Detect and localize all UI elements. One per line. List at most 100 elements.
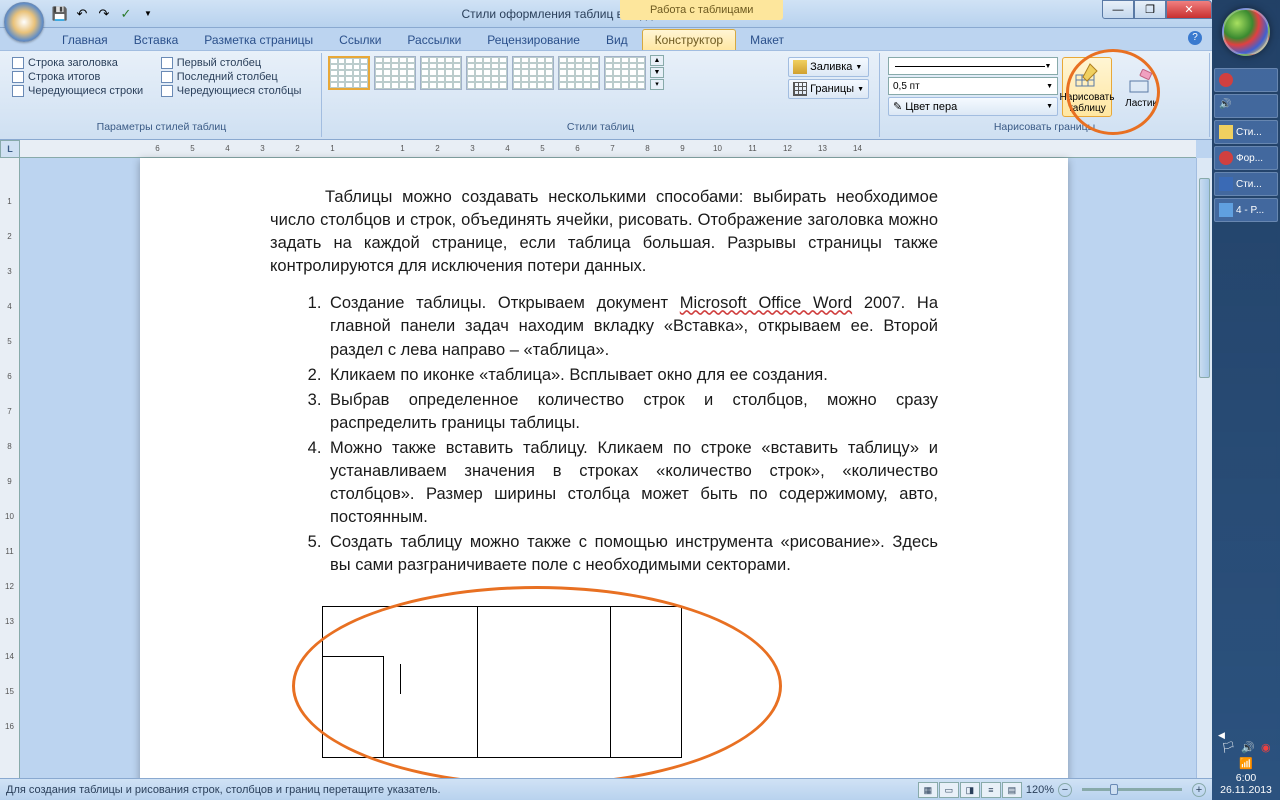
gallery-more-icon[interactable]: ▾ bbox=[650, 79, 664, 90]
taskbar-item[interactable]: 🔊 bbox=[1214, 94, 1278, 118]
table-style-thumb[interactable] bbox=[604, 56, 646, 90]
tray-arrow-icon[interactable]: ◀ bbox=[1212, 730, 1280, 741]
grid-icon bbox=[793, 82, 807, 96]
zoom-value[interactable]: 120% bbox=[1026, 784, 1054, 796]
taskbar-item[interactable] bbox=[1214, 68, 1278, 92]
dropdown-icon: ▼ bbox=[857, 86, 864, 93]
list-item: Выбрав определенное количество строк и с… bbox=[326, 389, 938, 435]
taskbar-item[interactable]: Сти... bbox=[1214, 172, 1278, 196]
zoom-slider[interactable] bbox=[1082, 788, 1182, 791]
contextual-tab-label: Работа с таблицами bbox=[620, 0, 783, 20]
clock-date[interactable]: 26.11.2013 bbox=[1212, 784, 1280, 796]
list-item: Можно также вставить таблицу. Кликаем по… bbox=[326, 437, 938, 529]
minimize-button[interactable]: — bbox=[1102, 0, 1134, 19]
tab-view[interactable]: Вид bbox=[594, 30, 640, 50]
view-draft-icon[interactable]: ▤ bbox=[1002, 782, 1022, 798]
office-button[interactable] bbox=[4, 2, 44, 42]
tab-design[interactable]: Конструктор bbox=[642, 29, 736, 50]
chk-last-column[interactable]: Последний столбец bbox=[161, 71, 311, 83]
taskbar-item[interactable]: Сти... bbox=[1214, 120, 1278, 144]
ruler-corner[interactable]: L bbox=[0, 140, 20, 158]
chk-first-column[interactable]: Первый столбец bbox=[161, 57, 311, 69]
word-icon bbox=[1219, 177, 1233, 191]
spellcheck-icon[interactable]: ✓ bbox=[116, 4, 136, 24]
shading-button[interactable]: Заливка▼ bbox=[788, 57, 869, 77]
bucket-icon bbox=[793, 60, 807, 74]
table-style-thumb[interactable] bbox=[558, 56, 600, 90]
vertical-scrollbar[interactable] bbox=[1196, 158, 1212, 778]
group-draw-borders: ▼ 0,5 пт▼ ✎Цвет пера▼ Нарисовать таблицу… bbox=[880, 53, 1210, 137]
table-style-thumb[interactable] bbox=[466, 56, 508, 90]
tab-mailings[interactable]: Рассылки bbox=[395, 30, 473, 50]
horizontal-ruler[interactable]: 6543211234567891011121314 bbox=[20, 140, 1196, 158]
table-style-thumb[interactable] bbox=[420, 56, 462, 90]
view-outline-icon[interactable]: ≡ bbox=[981, 782, 1001, 798]
chk-banded-rows[interactable]: Чередующиеся строки bbox=[12, 85, 153, 97]
line-style-select[interactable]: ▼ bbox=[888, 57, 1058, 75]
zoom-out-button[interactable]: − bbox=[1058, 783, 1072, 797]
quick-access-toolbar: 💾 ↶ ↷ ✓ ▼ bbox=[50, 4, 158, 24]
scrollbar-thumb[interactable] bbox=[1199, 178, 1210, 378]
eraser-button[interactable]: Ластик bbox=[1116, 57, 1166, 117]
redo-icon[interactable]: ↷ bbox=[94, 4, 114, 24]
folder-icon bbox=[1219, 125, 1233, 139]
window-controls: — ❐ ✕ bbox=[1102, 0, 1212, 19]
paint-icon bbox=[1219, 203, 1233, 217]
view-web-icon[interactable]: ◨ bbox=[960, 782, 980, 798]
qat-dropdown-icon[interactable]: ▼ bbox=[138, 4, 158, 24]
group-table-style-options: Строка заголовка Первый столбец Строка и… bbox=[2, 53, 322, 137]
volume-icon[interactable]: 🔊 bbox=[1241, 741, 1255, 754]
flag-icon[interactable]: 🏳 bbox=[1221, 741, 1235, 754]
line-weight-select[interactable]: 0,5 пт▼ bbox=[888, 77, 1058, 95]
vertical-ruler[interactable]: 12345678910111213141516 bbox=[0, 158, 20, 778]
chk-header-row[interactable]: Строка заголовка bbox=[12, 57, 153, 69]
network-icon[interactable]: 📶 bbox=[1239, 757, 1253, 770]
group-label: Стили таблиц bbox=[328, 119, 873, 135]
zoom-in-button[interactable]: + bbox=[1192, 783, 1206, 797]
tab-home[interactable]: Главная bbox=[50, 30, 120, 50]
maximize-button[interactable]: ❐ bbox=[1134, 0, 1166, 19]
tab-layout[interactable]: Макет bbox=[738, 30, 796, 50]
slider-handle[interactable] bbox=[1110, 784, 1118, 795]
chk-total-row[interactable]: Строка итогов bbox=[12, 71, 153, 83]
taskbar-items: 🔊 Сти... Фор... Сти... 4 - P... bbox=[1212, 64, 1280, 226]
tray-icon[interactable]: ◉ bbox=[1261, 741, 1271, 754]
eraser-icon bbox=[1126, 66, 1156, 96]
taskbar-item[interactable]: 4 - P... bbox=[1214, 198, 1278, 222]
tab-page-layout[interactable]: Разметка страницы bbox=[192, 30, 325, 50]
status-bar: Для создания таблицы и рисования строк, … bbox=[0, 778, 1212, 800]
chk-label: Строка итогов bbox=[28, 71, 100, 83]
start-button[interactable] bbox=[1222, 8, 1270, 56]
document-area: L 6543211234567891011121314 123456789101… bbox=[0, 140, 1212, 778]
gallery-up-icon[interactable]: ▲ bbox=[650, 55, 664, 66]
undo-icon[interactable]: ↶ bbox=[72, 4, 92, 24]
table-style-thumb[interactable] bbox=[512, 56, 554, 90]
help-icon[interactable]: ? bbox=[1188, 31, 1202, 45]
close-button[interactable]: ✕ bbox=[1166, 0, 1212, 19]
clock-time[interactable]: 6:00 bbox=[1212, 772, 1280, 784]
chk-banded-columns[interactable]: Чередующиеся столбцы bbox=[161, 85, 311, 97]
tab-insert[interactable]: Вставка bbox=[122, 30, 191, 50]
word-window: 💾 ↶ ↷ ✓ ▼ Стили оформления таблиц в ворд… bbox=[0, 0, 1212, 800]
taskbar-item[interactable]: Фор... bbox=[1214, 146, 1278, 170]
borders-label: Границы bbox=[810, 83, 854, 95]
gallery-down-icon[interactable]: ▼ bbox=[650, 67, 664, 78]
table-style-thumb[interactable] bbox=[374, 56, 416, 90]
spell-error: Microsoft Office Word bbox=[680, 294, 852, 312]
document-page[interactable]: Таблицы можно создавать несколькими спос… bbox=[140, 158, 1068, 778]
tab-references[interactable]: Ссылки bbox=[327, 30, 393, 50]
save-icon[interactable]: 💾 bbox=[50, 4, 70, 24]
borders-button[interactable]: Границы▼ bbox=[788, 79, 869, 99]
shading-label: Заливка bbox=[810, 61, 852, 73]
task-label: Сти... bbox=[1236, 179, 1262, 190]
view-print-layout-icon[interactable]: ▦ bbox=[918, 782, 938, 798]
draw-table-button[interactable]: Нарисовать таблицу bbox=[1062, 57, 1112, 117]
tab-review[interactable]: Рецензирование bbox=[475, 30, 592, 50]
group-table-styles: ▲ ▼ ▾ Заливка▼ Границы▼ Стили таблиц bbox=[322, 53, 880, 137]
speaker-icon: 🔊 bbox=[1219, 99, 1233, 113]
chk-label: Чередующиеся строки bbox=[28, 85, 143, 97]
yandex-icon bbox=[1219, 151, 1233, 165]
view-fullscreen-icon[interactable]: ▭ bbox=[939, 782, 959, 798]
pen-color-button[interactable]: ✎Цвет пера▼ bbox=[888, 97, 1058, 116]
table-style-thumb[interactable] bbox=[328, 56, 370, 90]
